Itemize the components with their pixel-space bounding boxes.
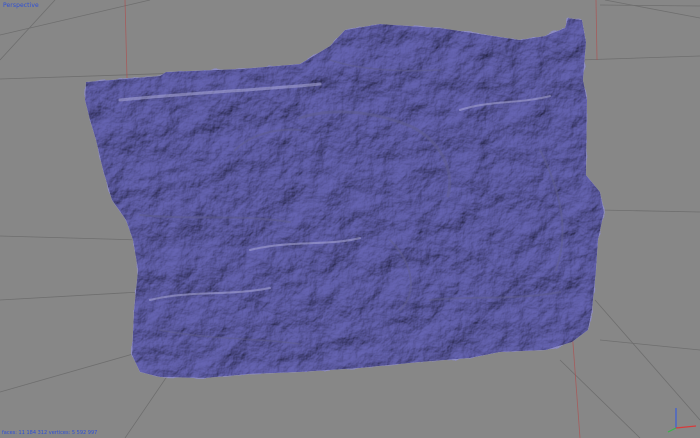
grid-line: [0, 0, 56, 61]
grid-line: [604, 0, 700, 19]
scanned-mesh[interactable]: [85, 18, 604, 378]
axis-gizmo-icon: [667, 408, 697, 433]
grid-line: [559, 359, 641, 438]
grid-line: [0, 291, 141, 301]
grid-line: [0, 351, 141, 393]
viewport-label[interactable]: Perspective: [3, 2, 39, 9]
grid-line-axis-red: [571, 329, 581, 438]
grid-line: [599, 209, 700, 213]
grid-line-axis-red: [595, 0, 598, 61]
rock-surface-texture: [85, 18, 604, 378]
grid-line: [124, 371, 171, 438]
grid-line: [594, 299, 700, 421]
x-axis: [675, 425, 697, 429]
grid-line: [599, 339, 700, 351]
3d-viewport[interactable]: Perspective faces: 11 184 312 vertices: …: [0, 0, 700, 438]
viewport-scene[interactable]: [0, 0, 700, 438]
y-axis: [667, 427, 677, 433]
grid-line: [599, 4, 700, 7]
grid-line: [0, 235, 141, 241]
grid-line-axis-red: [124, 0, 128, 79]
mesh-stats: faces: 11 184 312 vertices: 5 592 997: [2, 430, 98, 436]
